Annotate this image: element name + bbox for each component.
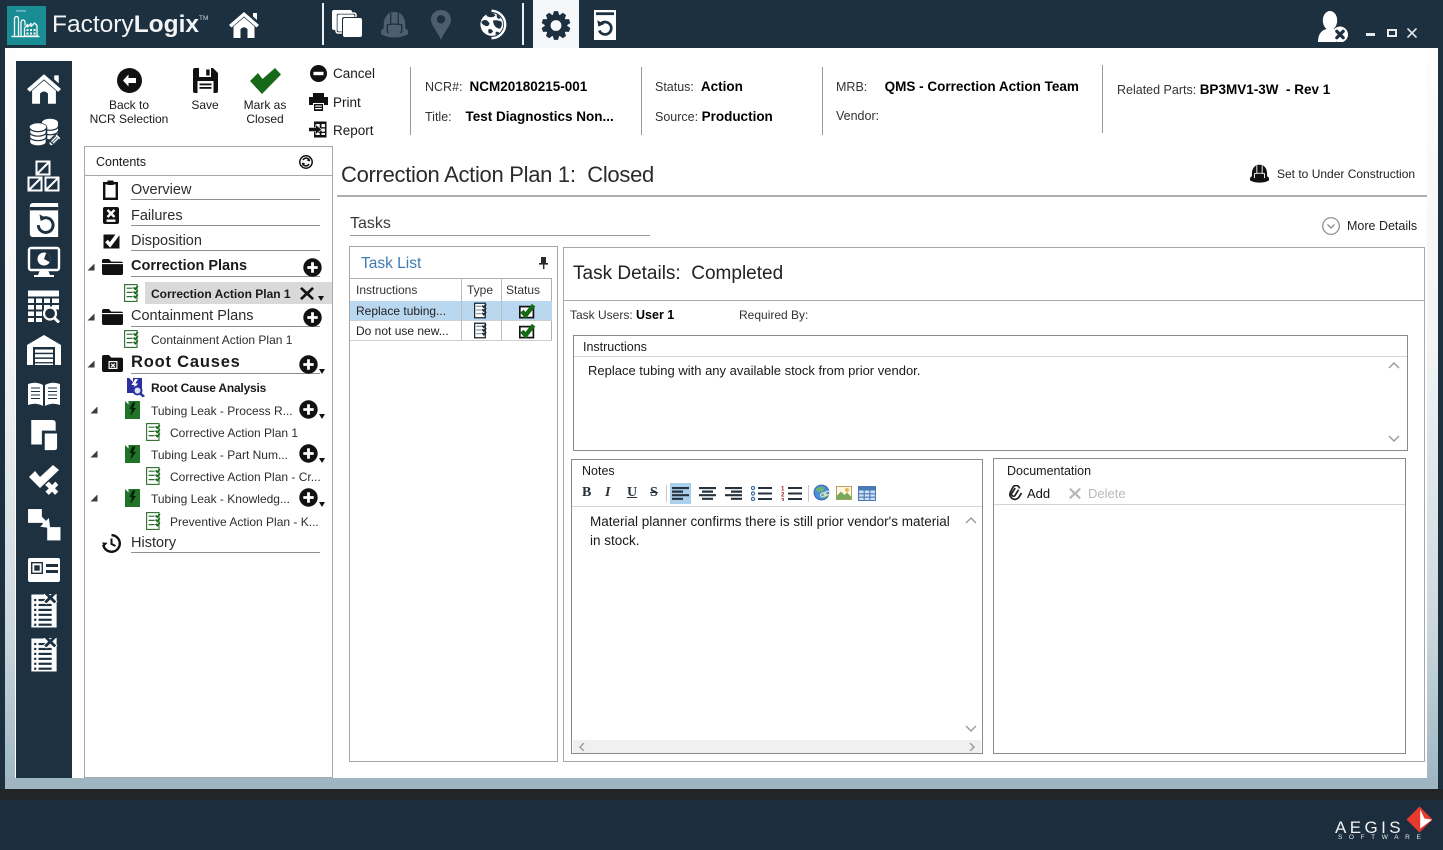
svg-text:3: 3 xyxy=(781,499,785,502)
